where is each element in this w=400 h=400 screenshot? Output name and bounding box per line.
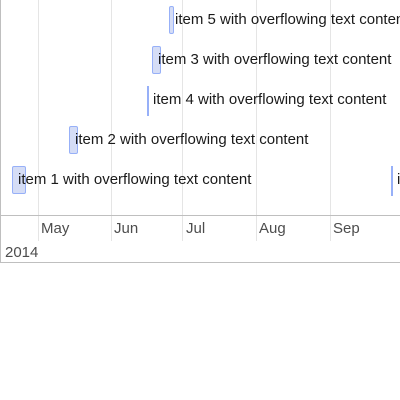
axis-month-label: Sep xyxy=(333,220,360,237)
axis-month-label: Jul xyxy=(186,220,206,237)
time-axis[interactable]: May Jun Jul Aug Sep 2014 xyxy=(1,216,400,262)
item-label: item 3 with overflowing text content xyxy=(158,51,392,68)
item-point-marker[interactable] xyxy=(391,166,393,196)
axis-month-label: Aug xyxy=(259,220,286,237)
item-range-box[interactable] xyxy=(169,6,174,34)
axis-tick-jul xyxy=(182,216,183,241)
axis-year-label: 2014 xyxy=(5,244,39,261)
timeline-items-panel[interactable]: item 5 with overflowing text content ite… xyxy=(1,0,400,216)
axis-tick-aug xyxy=(256,216,257,241)
axis-tick-may xyxy=(38,216,39,241)
item-label: item 5 with overflowing text content xyxy=(175,11,400,28)
axis-month-label: May xyxy=(41,220,70,237)
item-point-marker[interactable] xyxy=(147,86,149,116)
item-label: item 1 with overflowing text content xyxy=(18,171,252,188)
item-label: item 4 with overflowing text content xyxy=(153,91,387,108)
axis-tick-jun xyxy=(111,216,112,241)
axis-month-label: Jun xyxy=(114,220,139,237)
axis-tick-sep xyxy=(330,216,331,241)
item-label: item 2 with overflowing text content xyxy=(75,131,309,148)
timeline[interactable]: item 5 with overflowing text content ite… xyxy=(0,0,400,263)
